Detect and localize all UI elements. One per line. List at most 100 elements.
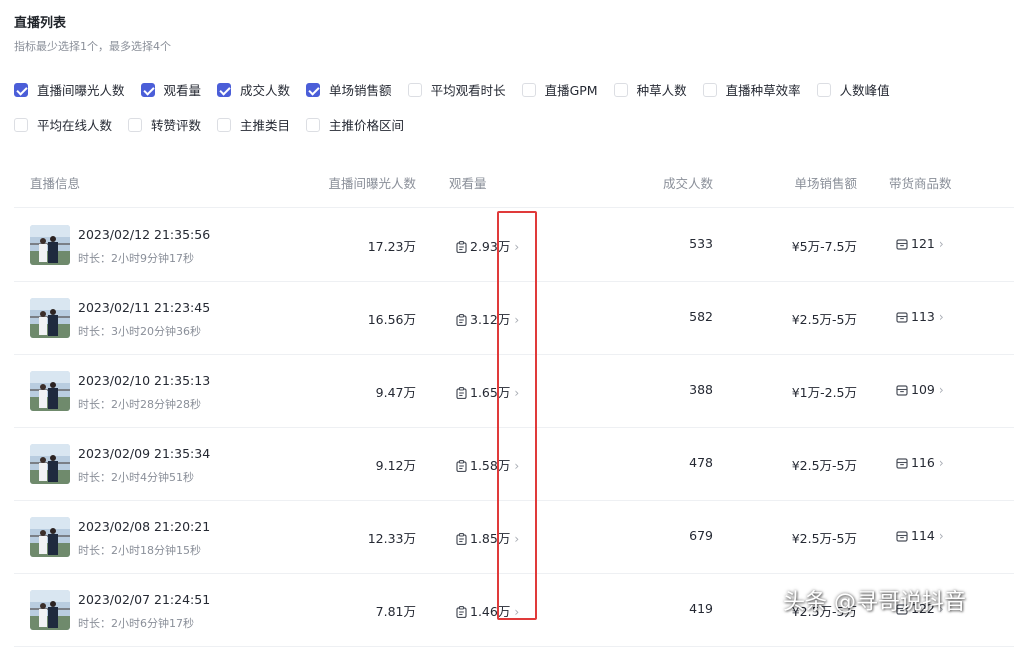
chevron-right-icon[interactable]: ›: [514, 313, 519, 327]
checkbox[interactable]: [217, 82, 232, 97]
duration-value: 2小时9分钟17秒: [111, 252, 194, 265]
checkbox[interactable]: [306, 117, 321, 132]
checkbox[interactable]: [407, 82, 422, 97]
checkbox[interactable]: [613, 82, 628, 97]
cell-views[interactable]: 1.65万 ›: [456, 382, 519, 402]
chevron-right-icon[interactable]: ›: [514, 386, 519, 400]
cell-products[interactable]: 109 ›: [896, 382, 944, 399]
checkbox[interactable]: [128, 117, 143, 132]
metric-option-sales[interactable]: 单场销售额: [306, 80, 392, 99]
views-value: 2.93万: [470, 239, 511, 254]
views-value: 3.12万: [470, 312, 511, 327]
live-cover-thumbnail[interactable]: [30, 298, 70, 338]
cell-views[interactable]: 1.58万 ›: [456, 455, 519, 475]
metric-option-avg-watch-time[interactable]: 平均观看时长: [407, 80, 506, 99]
checkbox[interactable]: [702, 82, 717, 97]
cell-exposure: 17.23万: [367, 239, 416, 254]
checkbox[interactable]: [816, 82, 831, 97]
checkbox[interactable]: [14, 82, 28, 97]
products-value: 109: [911, 382, 935, 397]
cell-sales: ¥5万-7.5万: [791, 239, 857, 254]
cell-exposure: 12.33万: [367, 531, 416, 546]
cell-exposure: 16.56万: [367, 312, 416, 327]
live-duration: 时长：2小时6分钟17秒: [78, 615, 194, 631]
live-start-time[interactable]: 2023/02/08 21:20:21: [78, 519, 210, 534]
live-start-time[interactable]: 2023/02/12 21:35:56: [78, 227, 210, 242]
chevron-right-icon[interactable]: ›: [514, 532, 519, 546]
live-cover-thumbnail[interactable]: [30, 590, 70, 630]
page-title: 直播列表: [14, 16, 67, 31]
live-start-time[interactable]: 2023/02/09 21:35:34: [78, 446, 210, 461]
live-cover-thumbnail[interactable]: [30, 371, 70, 411]
checkbox[interactable]: [140, 82, 155, 97]
chevron-right-icon[interactable]: ›: [514, 605, 519, 619]
duration-label: 时长：: [78, 617, 111, 630]
table-row[interactable]: 2023/02/12 21:35:56 时长：2小时9分钟17秒 17.23万 2.9…: [14, 208, 1014, 282]
header-buyers[interactable]: 成交人数: [663, 173, 713, 192]
metric-option-exposure[interactable]: 直播间曝光人数: [14, 80, 125, 99]
table-row[interactable]: 2023/02/10 21:35:13 时长：2小时28分钟28秒 9.47万 1.6…: [14, 354, 1014, 428]
header-sales[interactable]: 单场销售额: [794, 173, 857, 192]
metric-option-seeding[interactable]: 种草人数: [613, 80, 687, 99]
chevron-right-icon[interactable]: ›: [514, 459, 519, 473]
metric-option-peak-viewers[interactable]: 人数峰值: [816, 80, 890, 99]
metric-option-label: 直播种草效率: [725, 83, 801, 98]
live-start-time[interactable]: 2023/02/07 21:24:51: [78, 592, 210, 607]
chevron-right-icon[interactable]: ›: [939, 529, 944, 543]
duration-value: 3小时20分钟36秒: [111, 325, 201, 338]
checkbox[interactable]: [14, 117, 28, 132]
table-row[interactable]: 2023/02/08 21:20:21 时长：2小时18分钟15秒 12.33万 1.…: [14, 500, 1014, 574]
chevron-right-icon[interactable]: ›: [939, 383, 944, 397]
live-start-time[interactable]: 2023/02/10 21:35:13: [78, 373, 210, 388]
cell-buyers: 419: [689, 601, 713, 616]
header-views[interactable]: 观看量: [449, 173, 487, 192]
duration-value: 2小时6分钟17秒: [111, 617, 194, 630]
metric-option-views[interactable]: 观看量: [140, 80, 201, 99]
duration-label: 时长：: [78, 325, 111, 338]
chevron-right-icon[interactable]: ›: [514, 240, 519, 254]
metric-option-price-range[interactable]: 主推价格区间: [306, 115, 404, 134]
checkbox[interactable]: [306, 82, 321, 97]
checkbox[interactable]: [217, 117, 232, 132]
metric-option-seeding-efficiency[interactable]: 直播种草效率: [702, 80, 801, 99]
clipboard-icon: [456, 460, 467, 475]
live-cover-thumbnail[interactable]: [30, 225, 70, 265]
cell-views[interactable]: 2.93万 ›: [456, 236, 519, 256]
cell-views[interactable]: 3.12万 ›: [456, 309, 519, 329]
product-box-icon: [896, 384, 908, 399]
cell-views[interactable]: 1.85万 ›: [456, 528, 519, 548]
checkbox[interactable]: [521, 82, 536, 97]
cell-exposure: 7.81万: [375, 604, 416, 619]
views-value: 1.85万: [470, 531, 511, 546]
table-row[interactable]: 2023/02/09 21:35:34 时长：2小时4分钟51秒 9.12万 1.58…: [14, 427, 1014, 501]
products-value: 114: [911, 528, 935, 543]
header-exposure[interactable]: 直播间曝光人数: [328, 173, 416, 192]
cell-exposure: 9.47万: [375, 385, 416, 400]
cell-products[interactable]: 113 ›: [896, 309, 944, 326]
live-cover-thumbnail[interactable]: [30, 444, 70, 484]
live-cover-thumbnail[interactable]: [30, 517, 70, 557]
metric-option-gpm[interactable]: 直播GPM: [521, 80, 598, 99]
clipboard-icon: [456, 241, 467, 256]
cell-products[interactable]: 114 ›: [896, 528, 944, 545]
cell-views[interactable]: 1.46万 ›: [456, 601, 519, 621]
duration-label: 时长：: [78, 252, 111, 265]
cell-products[interactable]: 121 ›: [896, 236, 944, 253]
metric-option-engagement[interactable]: 转赞评数: [128, 115, 201, 134]
table-row[interactable]: 2023/02/11 21:23:45 时长：3小时20分钟36秒 16.56万 3.…: [14, 281, 1014, 355]
metric-option-label: 转赞评数: [151, 118, 202, 133]
header-live-info: 直播信息: [30, 176, 81, 191]
metric-option-main-category[interactable]: 主推类目: [217, 115, 290, 134]
live-start-time[interactable]: 2023/02/11 21:23:45: [78, 300, 210, 315]
table-header: 直播信息 直播间曝光人数 观看量 成交人数 单场销售额 带货商品数: [14, 155, 1014, 208]
header-products[interactable]: 带货商品数: [889, 173, 952, 192]
chevron-right-icon[interactable]: ›: [939, 310, 944, 324]
metric-option-buyers[interactable]: 成交人数: [217, 80, 290, 99]
chevron-right-icon[interactable]: ›: [939, 456, 944, 470]
chevron-right-icon[interactable]: ›: [939, 237, 944, 251]
live-duration: 时长：2小时9分钟17秒: [78, 250, 194, 266]
metric-option-avg-online[interactable]: 平均在线人数: [14, 115, 112, 134]
cell-sales: ¥2.5万-5万: [791, 458, 857, 473]
cell-products[interactable]: 116 ›: [896, 455, 944, 472]
metric-selector-row-2: 平均在线人数 转赞评数 主推类目 主推价格区间: [14, 115, 404, 134]
